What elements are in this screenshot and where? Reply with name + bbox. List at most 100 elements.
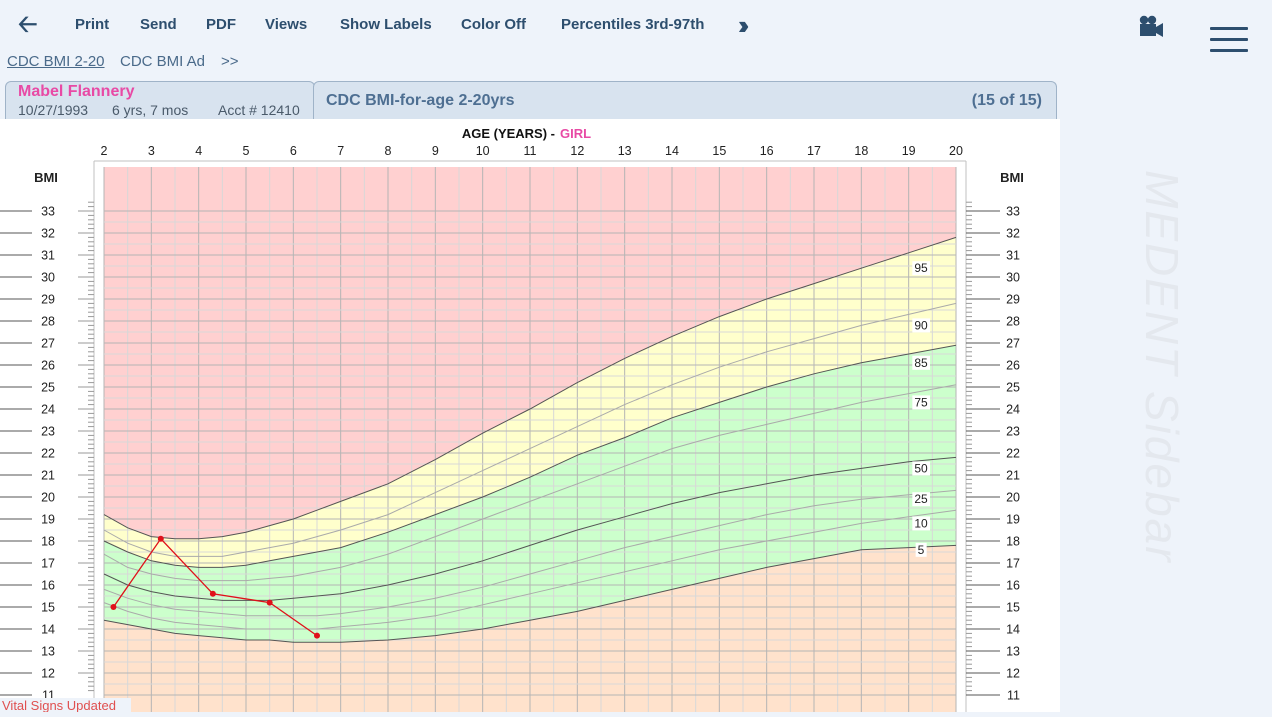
x-tick-label: 9: [432, 144, 439, 158]
left-axis-title: BMI: [34, 170, 58, 185]
x-tick-label: 14: [665, 144, 679, 158]
video-camera-icon[interactable]: [1138, 14, 1164, 43]
x-tick-label: 10: [476, 144, 490, 158]
pdf-button[interactable]: PDF: [206, 16, 236, 33]
percentile-label-25: 25: [914, 492, 928, 506]
left-y-tick-label: 13: [41, 645, 55, 659]
percentile-label-95: 95: [914, 261, 928, 275]
right-y-tick-label: 24: [1006, 403, 1020, 417]
left-y-tick-label: 27: [41, 337, 55, 351]
left-y-tick-label: 14: [41, 623, 55, 637]
chart-tab-title: CDC BMI-for-age 2-20yrs: [326, 92, 515, 109]
percentile-label-5: 5: [918, 543, 925, 557]
x-tick-label: 3: [148, 144, 155, 158]
back-arrow-icon[interactable]: 🡠: [18, 12, 37, 38]
x-tick-label: 7: [337, 144, 344, 158]
subtab-cdc-bmi-adult[interactable]: CDC BMI Ad: [120, 53, 205, 70]
left-y-tick-label: 17: [41, 557, 55, 571]
right-y-tick-label: 19: [1006, 513, 1020, 527]
chart-tab-count: (15 of 15): [971, 92, 1042, 109]
right-y-tick-label: 30: [1006, 271, 1020, 285]
left-y-tick-label: 26: [41, 359, 55, 373]
patient-age: 6 yrs, 7 mos: [112, 102, 189, 118]
subtab-cdc-bmi-2-20[interactable]: CDC BMI 2-20: [7, 53, 105, 70]
percentiles-button[interactable]: Percentiles 3rd-97th: [561, 16, 704, 33]
x-tick-label: 19: [902, 144, 916, 158]
x-tick-label: 12: [570, 144, 584, 158]
patient-name: Mabel Flannery: [18, 83, 135, 100]
percentile-label-50: 50: [914, 461, 928, 475]
left-y-tick-label: 18: [41, 535, 55, 549]
patient-bmi-point: [266, 599, 273, 606]
right-y-tick-label: 18: [1006, 535, 1020, 549]
patient-dob: 10/27/1993: [18, 102, 89, 118]
x-axis-title: AGE (YEARS) -: [462, 126, 555, 141]
subtab-more[interactable]: >>: [221, 53, 239, 70]
x-tick-label: 8: [385, 144, 392, 158]
right-y-tick-label: 22: [1006, 447, 1020, 461]
right-y-tick-label: 25: [1006, 381, 1020, 395]
percentile-label-75: 75: [914, 395, 928, 409]
left-y-tick-label: 28: [41, 315, 55, 329]
right-y-tick-label: 32: [1006, 227, 1020, 241]
toolbar: 🡠 Print Send PDF Views Show Labels Color…: [0, 0, 1272, 52]
x-tick-label: 20: [949, 144, 963, 158]
bmi-chart: 2 3 4 5 6 7 8 9 10 11 12 13 14 15 16 17 18 19 2011 1112 1213…: [0, 126, 1024, 712]
left-y-tick-label: 22: [41, 447, 55, 461]
x-tick-label: 17: [807, 144, 821, 158]
percentile-label-10: 10: [914, 516, 928, 530]
left-y-tick-label: 33: [41, 205, 55, 219]
left-y-tick-label: 20: [41, 491, 55, 505]
left-y-tick-label: 32: [41, 227, 55, 241]
right-y-tick-label: 21: [1006, 469, 1020, 483]
left-y-tick-label: 30: [41, 271, 55, 285]
x-tick-label: 15: [712, 144, 726, 158]
left-y-tick-label: 29: [41, 293, 55, 307]
chart-tab[interactable]: CDC BMI-for-age 2-20yrs (15 of 15): [313, 81, 1057, 119]
x-tick-label: 11: [524, 144, 537, 158]
right-y-tick-label: 20: [1006, 491, 1020, 505]
left-y-tick-label: 19: [41, 513, 55, 527]
left-y-tick-label: 21: [41, 469, 55, 483]
patient-bmi-point: [110, 604, 117, 610]
right-y-tick-label: 31: [1006, 249, 1020, 263]
right-y-tick-label: 33: [1006, 205, 1020, 219]
patient-bmi-point: [157, 535, 164, 542]
patient-account: Acct # 12410: [218, 102, 300, 118]
right-y-tick-label: 17: [1006, 557, 1020, 571]
x-tick-label: 13: [618, 144, 632, 158]
right-y-tick-label: 28: [1006, 315, 1020, 329]
chart-area: 2 3 4 5 6 7 8 9 10 11 12 13 14 15 16 17 18 19 20 11 11 12 12 13…: [0, 119, 1060, 712]
percentile-label-85: 85: [914, 356, 928, 370]
status-message: Vital Signs Updated: [0, 698, 131, 712]
right-y-tick-label: 23: [1006, 425, 1020, 439]
x-tick-label: 2: [101, 144, 108, 158]
x-tick-label: 5: [243, 144, 250, 158]
right-y-tick-label: 16: [1006, 579, 1020, 593]
hamburger-menu-icon[interactable]: [1210, 27, 1248, 60]
sex-label: GIRL: [560, 126, 591, 141]
patient-tab[interactable]: Mabel Flannery 10/27/1993 6 yrs, 7 mos A…: [5, 81, 315, 119]
x-tick-label: 18: [854, 144, 868, 158]
x-tick-label: 6: [290, 144, 297, 158]
right-y-tick-label: 15: [1006, 601, 1020, 615]
left-y-tick-label: 25: [41, 381, 55, 395]
views-button[interactable]: Views: [265, 16, 307, 33]
patient-bmi-point: [314, 632, 320, 639]
print-button[interactable]: Print: [75, 16, 109, 33]
left-y-tick-label: 24: [41, 403, 55, 417]
color-off-button[interactable]: Color Off: [461, 16, 526, 33]
right-y-tick-label: 13: [1006, 645, 1020, 659]
left-y-tick-label: 15: [41, 601, 55, 615]
right-y-tick-label: 14: [1006, 623, 1020, 637]
right-y-tick-label: 26: [1006, 359, 1020, 373]
x-tick-label: 4: [195, 144, 202, 158]
right-y-tick-label: 11: [1007, 689, 1020, 703]
show-labels-button[interactable]: Show Labels: [340, 16, 432, 33]
right-y-tick-label: 27: [1006, 337, 1020, 351]
patient-bmi-point: [209, 590, 216, 597]
left-y-tick-label: 12: [41, 667, 55, 681]
send-button[interactable]: Send: [140, 16, 177, 33]
sidebar-label[interactable]: MEDENT Sidebar: [1135, 170, 1189, 564]
double-chevron-right-icon[interactable]: ››: [738, 10, 750, 40]
